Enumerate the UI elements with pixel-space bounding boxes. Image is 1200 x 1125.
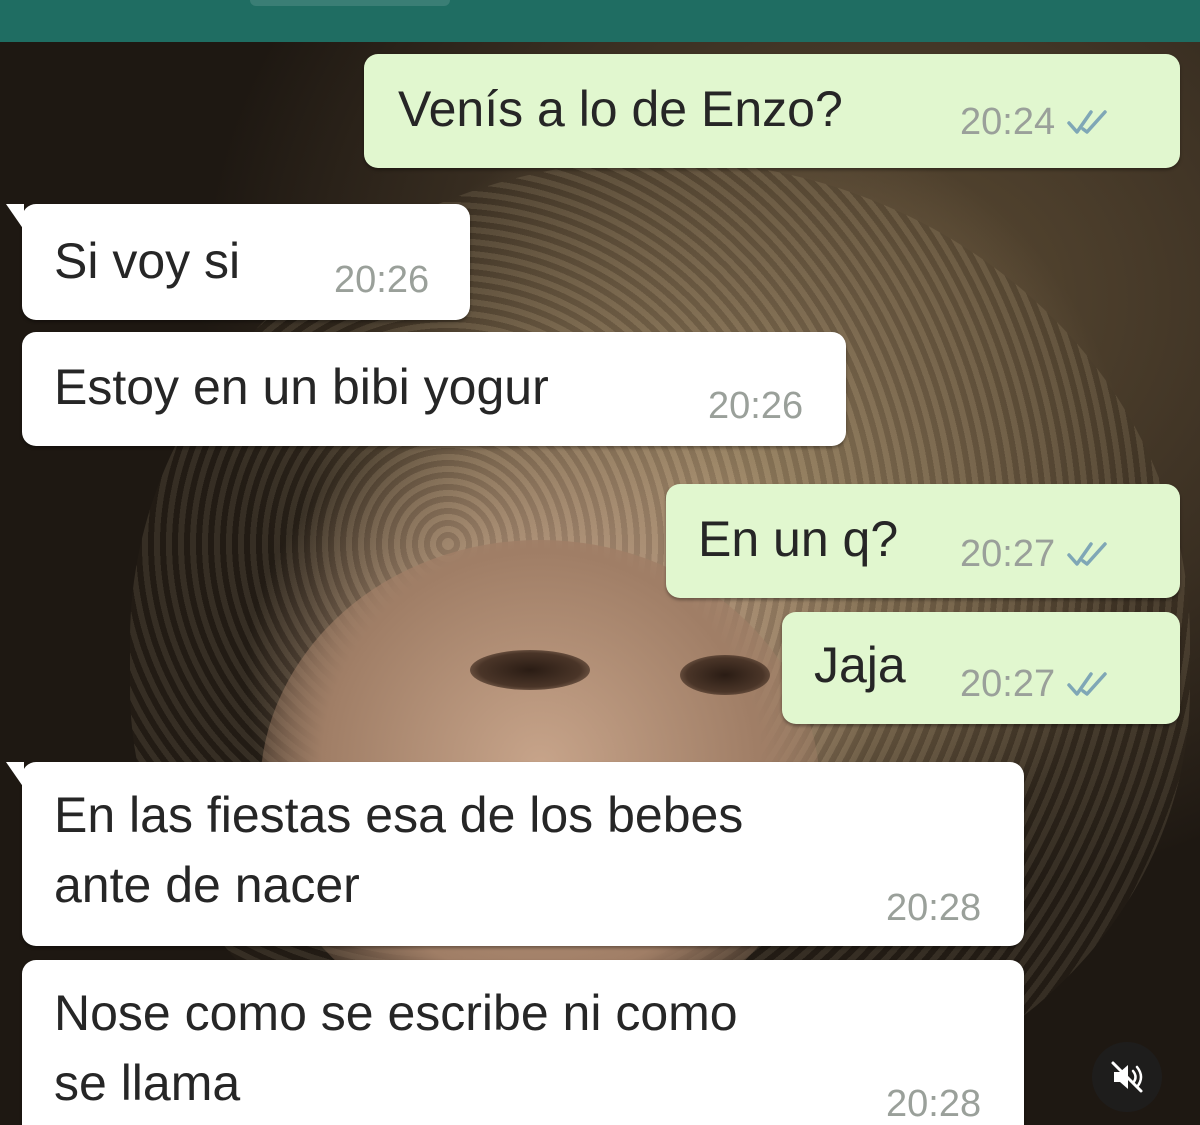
- message-bubble-incoming[interactable]: Estoy en un bibi yogur 20:26: [22, 332, 846, 446]
- message-text: Estoy en un bibi yogur: [54, 359, 549, 415]
- message-bubble-incoming[interactable]: Nose como se escribe ni como se llama 20…: [22, 960, 1024, 1125]
- message-text: En un q?: [698, 511, 899, 567]
- double-check-icon: [1067, 542, 1107, 566]
- message-meta: 20:27: [960, 664, 1113, 704]
- message-bubble-incoming[interactable]: Si voy si 20:26: [6, 204, 470, 320]
- message-meta: 20:28: [886, 888, 981, 928]
- message-bubble-outgoing[interactable]: Jaja 20:27: [782, 612, 1180, 724]
- speaker-muted-icon: [1111, 1061, 1143, 1093]
- message-bubble-outgoing[interactable]: En un q? 20:27: [666, 484, 1180, 598]
- message-meta: 20:24: [960, 102, 1113, 142]
- message-time: 20:26: [334, 259, 430, 301]
- message-time: 20:24: [960, 101, 1056, 143]
- message-meta: 20:27: [960, 534, 1113, 574]
- message-time: 20:28: [886, 1083, 982, 1125]
- message-text: En las fiestas esa de los bebes ante de …: [54, 787, 744, 913]
- message-text: Jaja: [814, 637, 906, 693]
- message-bubble-outgoing[interactable]: Venís a lo de Enzo? 20:24: [364, 54, 1180, 168]
- message-bubble-incoming[interactable]: En las fiestas esa de los bebes ante de …: [6, 762, 1024, 946]
- message-meta: 20:28: [886, 1084, 981, 1124]
- message-time: 20:27: [960, 533, 1056, 575]
- chat-header: [0, 0, 1200, 42]
- mute-button[interactable]: [1092, 1042, 1162, 1112]
- message-text: Si voy si: [54, 233, 241, 289]
- message-text: Nose como se escribe ni como se llama: [54, 985, 738, 1111]
- message-meta: 20:26: [334, 260, 429, 300]
- wallpaper-eye-right: [680, 655, 770, 695]
- message-time: 20:27: [960, 663, 1056, 705]
- message-meta: 20:26: [708, 386, 803, 426]
- contact-name[interactable]: [250, 0, 450, 6]
- chat-screen: Venís a lo de Enzo? 20:24 Si voy si 20:2…: [0, 0, 1200, 1125]
- message-time: 20:28: [886, 887, 982, 929]
- bubble-tail: [6, 762, 24, 788]
- wallpaper-eye-left: [470, 650, 590, 690]
- message-text: Venís a lo de Enzo?: [398, 81, 843, 137]
- double-check-icon: [1067, 110, 1107, 134]
- bubble-tail: [6, 204, 24, 230]
- double-check-icon: [1067, 672, 1107, 696]
- message-time: 20:26: [708, 385, 804, 427]
